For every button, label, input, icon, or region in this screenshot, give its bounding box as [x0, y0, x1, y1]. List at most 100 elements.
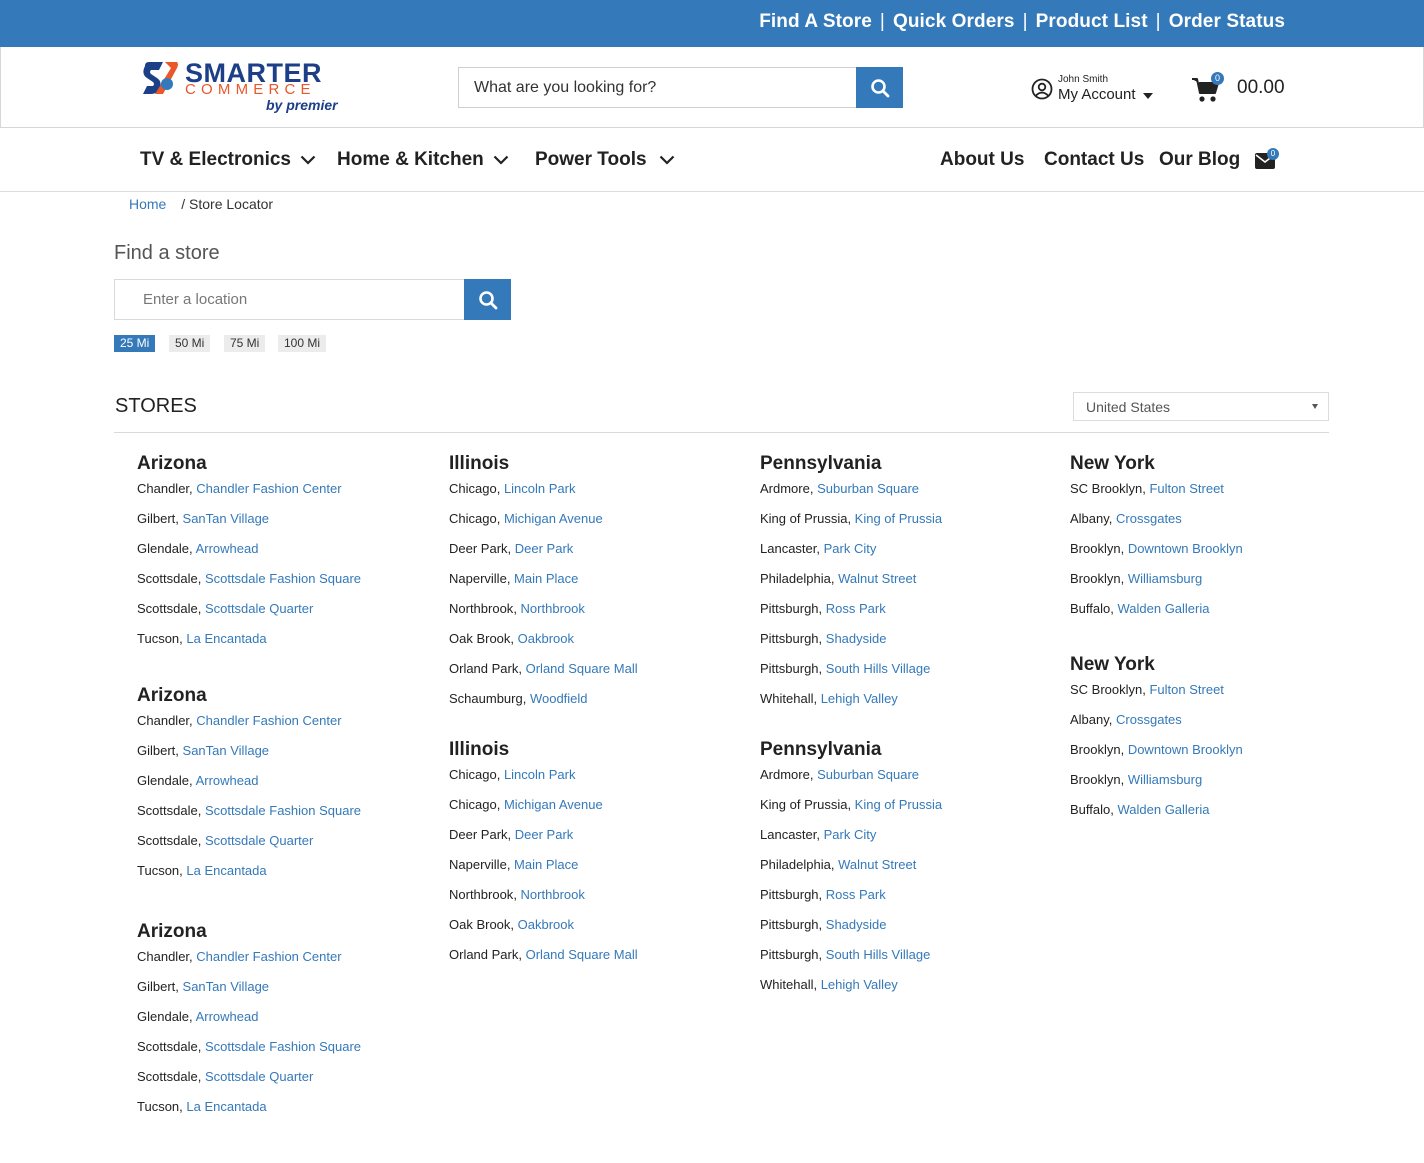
store-city: Scottsdale — [137, 601, 198, 616]
store-city: Lancaster — [760, 541, 817, 556]
nav-about-us[interactable]: About Us — [940, 149, 1024, 171]
store-link[interactable]: Downtown Brooklyn — [1128, 541, 1243, 556]
store-link[interactable]: La Encantada — [186, 631, 266, 646]
store-city-separator: , — [818, 947, 826, 962]
store-link[interactable]: Scottsdale Quarter — [205, 601, 313, 616]
search-input[interactable] — [459, 68, 857, 107]
store-link[interactable]: Downtown Brooklyn — [1128, 742, 1243, 757]
store-link[interactable]: Scottsdale Fashion Square — [205, 571, 361, 586]
store-link[interactable]: Crossgates — [1116, 511, 1182, 526]
store-link[interactable]: Ross Park — [826, 601, 886, 616]
store-link[interactable]: Walden Galleria — [1117, 601, 1209, 616]
store-row: Pittsburgh, South Hills Village — [760, 660, 942, 690]
store-link[interactable]: Walden Galleria — [1117, 802, 1209, 817]
cart-button[interactable]: 0 — [1191, 72, 1231, 107]
my-account-menu[interactable]: John Smith My Account — [1031, 74, 1161, 108]
store-link[interactable]: Park City — [824, 827, 877, 842]
smarter-commerce-logo[interactable]: SMARTER COMMERCE by premier — [141, 59, 353, 117]
store-link[interactable]: SanTan Village — [183, 743, 270, 758]
store-row: Chandler, Chandler Fashion Center — [137, 948, 361, 978]
store-link[interactable]: Northbrook — [521, 887, 585, 902]
store-link[interactable]: Lehigh Valley — [821, 691, 898, 706]
radius-75mi[interactable]: 75 Mi — [224, 335, 266, 352]
store-row: SC Brooklyn, Fulton Street — [1070, 480, 1243, 510]
store-link[interactable]: South Hills Village — [826, 947, 931, 962]
breadcrumb-home[interactable]: Home — [129, 196, 166, 212]
store-link[interactable]: Michigan Avenue — [504, 511, 603, 526]
radius-100mi[interactable]: 100 Mi — [278, 335, 327, 352]
mail-button[interactable]: 0 — [1255, 148, 1281, 171]
store-link[interactable]: Fulton Street — [1149, 682, 1223, 697]
location-input[interactable] — [115, 280, 465, 319]
product-list-link[interactable]: Product List — [1036, 11, 1148, 33]
store-link[interactable]: SanTan Village — [183, 511, 270, 526]
store-group-illinois: Illinois Chicago, Lincoln Park Chicago, Mi… — [449, 453, 638, 720]
store-link[interactable]: King of Prussia — [855, 511, 942, 526]
store-link[interactable]: Michigan Avenue — [504, 797, 603, 812]
nav-power-tools[interactable]: Power Tools — [535, 149, 675, 171]
store-link[interactable]: South Hills Village — [826, 661, 931, 676]
store-row: Oak Brook, Oakbrook — [449, 630, 638, 660]
order-status-link[interactable]: Order Status — [1169, 11, 1285, 33]
nav-home-kitchen[interactable]: Home & Kitchen — [337, 149, 509, 171]
store-link[interactable]: Orland Square Mall — [526, 661, 638, 676]
store-link[interactable]: Fulton Street — [1149, 481, 1223, 496]
find-a-store-link[interactable]: Find A Store — [759, 11, 872, 33]
radius-25mi[interactable]: 25 Mi — [114, 335, 156, 352]
nav-our-blog[interactable]: Our Blog — [1159, 149, 1240, 171]
store-group-illinois: Illinois Chicago, Lincoln Park Chicago, Mi… — [449, 739, 638, 976]
country-select[interactable]: United States — [1073, 392, 1329, 421]
quick-orders-link[interactable]: Quick Orders — [893, 11, 1015, 33]
nav-contact-us[interactable]: Contact Us — [1044, 149, 1144, 171]
store-city: Northbrook — [449, 887, 514, 902]
store-link[interactable]: Arrowhead — [196, 1009, 259, 1024]
store-link[interactable]: Orland Square Mall — [526, 947, 638, 962]
search-button[interactable] — [856, 67, 903, 108]
radius-50mi[interactable]: 50 Mi — [169, 335, 211, 352]
store-link[interactable]: Shadyside — [826, 631, 887, 646]
store-link[interactable]: Chandler Fashion Center — [196, 949, 341, 964]
store-link[interactable]: Williamsburg — [1128, 772, 1202, 787]
store-link[interactable]: Williamsburg — [1128, 571, 1202, 586]
store-link[interactable]: Suburban Square — [817, 767, 919, 782]
store-link[interactable]: La Encantada — [186, 1099, 266, 1114]
store-link[interactable]: Deer Park — [515, 541, 574, 556]
store-link[interactable]: Northbrook — [521, 601, 585, 616]
location-search-button[interactable] — [464, 279, 511, 320]
store-link[interactable]: Scottsdale Fashion Square — [205, 1039, 361, 1054]
store-link[interactable]: Lincoln Park — [504, 481, 576, 496]
store-link[interactable]: Main Place — [514, 571, 578, 586]
store-link[interactable]: SanTan Village — [183, 979, 270, 994]
store-link[interactable]: Chandler Fashion Center — [196, 481, 341, 496]
store-link[interactable]: Deer Park — [515, 827, 574, 842]
store-link[interactable]: Crossgates — [1116, 712, 1182, 727]
store-city: Gilbert — [137, 979, 176, 994]
store-link[interactable]: Ross Park — [826, 887, 886, 902]
store-link[interactable]: Shadyside — [826, 917, 887, 932]
store-link[interactable]: Oakbrook — [518, 917, 574, 932]
store-link[interactable]: Main Place — [514, 857, 578, 872]
store-link[interactable]: Scottsdale Fashion Square — [205, 803, 361, 818]
store-link[interactable]: La Encantada — [186, 863, 266, 878]
store-link[interactable]: Oakbrook — [518, 631, 574, 646]
store-link[interactable]: Chandler Fashion Center — [196, 713, 341, 728]
separator: | — [879, 11, 885, 32]
store-link[interactable]: Lincoln Park — [504, 767, 576, 782]
store-city-separator: , — [175, 511, 183, 526]
store-link[interactable]: Park City — [824, 541, 877, 556]
store-link[interactable]: Walnut Street — [838, 857, 916, 872]
store-city: Lancaster — [760, 827, 817, 842]
store-link[interactable]: Arrowhead — [196, 773, 259, 788]
store-row: Deer Park, Deer Park — [449, 826, 638, 856]
store-link[interactable]: Woodfield — [530, 691, 588, 706]
store-link[interactable]: King of Prussia — [855, 797, 942, 812]
store-link[interactable]: Suburban Square — [817, 481, 919, 496]
nav-label: TV & Electronics — [140, 149, 291, 170]
store-link[interactable]: Scottsdale Quarter — [205, 833, 313, 848]
store-city-separator: , — [197, 601, 205, 616]
store-link[interactable]: Lehigh Valley — [821, 977, 898, 992]
store-link[interactable]: Scottsdale Quarter — [205, 1069, 313, 1084]
store-link[interactable]: Arrowhead — [196, 541, 259, 556]
store-link[interactable]: Walnut Street — [838, 571, 916, 586]
nav-tv-electronics[interactable]: TV & Electronics — [140, 149, 316, 171]
